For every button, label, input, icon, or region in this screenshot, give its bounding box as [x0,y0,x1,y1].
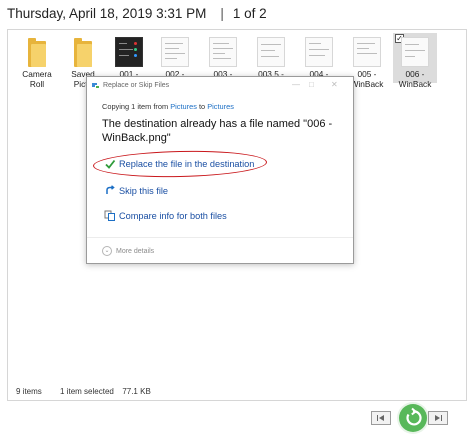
image-thumbnail-icon [305,37,333,67]
skip-back-icon [377,415,378,421]
folder-icon [74,38,92,67]
close-icon[interactable]: ✕ [331,80,338,89]
skip-option-label: Skip this file [119,186,169,196]
item-count: 9 items [16,387,42,396]
file-winback-002[interactable]: 002 - [154,33,196,79]
file-winback-003[interactable]: 003 - [202,33,244,79]
skip-file-option[interactable]: Skip this file [104,185,168,197]
header-separator: | [220,5,224,21]
image-thumbnail-icon [401,37,429,67]
skip-arrow-icon [104,185,116,197]
more-details-label: More details [116,247,155,255]
image-thumbnail-icon [353,37,381,67]
dialog-title: Replace or Skip Files [103,82,170,89]
previous-button[interactable] [371,411,391,425]
rotate-button[interactable] [399,404,427,432]
copy-progress-line: Copying 1 item from Pictures to Pictures [102,102,234,111]
copy-to-word: to [198,102,206,111]
replace-file-option[interactable]: Replace the file in the destination [104,158,254,170]
selection-count: 1 item selected [60,387,114,396]
image-thumbnail-icon [115,37,143,67]
screenshot-root: Thursday, April 18, 2019 3:31 PM | 1 of … [0,0,474,440]
replace-skip-dialog: Replace or Skip Files — □ ✕ Copying 1 it… [86,76,354,264]
rotate-icon [406,407,422,426]
chevron-down-icon: ⌄ [102,246,112,256]
image-thumbnail-icon [209,37,237,67]
compare-option-label: Compare info for both files [119,211,227,221]
folder-camera-roll[interactable]: Camera Roll [16,33,58,89]
file-label: 006 - WinBack [398,69,432,89]
source-folder-link[interactable]: Pictures [170,102,197,111]
copy-files-icon [92,83,100,89]
conflict-message: The destination already has a file named… [102,118,333,144]
more-details-toggle[interactable]: ⌄ More details [102,246,154,256]
image-thumbnail-icon [161,37,189,67]
skip-forward-icon [435,415,440,421]
viewer-header: Thursday, April 18, 2019 3:31 PM | 1 of … [7,2,267,24]
copy-prefix: Copying 1 item from [102,102,169,111]
dialog-divider [87,237,353,238]
file-winback-004[interactable]: 004 - [298,33,340,79]
minimize-icon[interactable]: — [292,80,300,89]
status-bar: 9 items 1 item selected 77.1 KB [16,387,151,396]
compare-icon [104,210,116,222]
image-thumbnail-icon [257,37,285,67]
maximize-icon[interactable]: □ [309,80,314,89]
file-winback-001[interactable]: 001 - [108,33,150,79]
check-icon [104,158,116,170]
selection-size: 77.1 KB [122,387,151,396]
file-winback-003-5[interactable]: 003.5 - [250,33,292,79]
next-button[interactable] [428,411,448,425]
folder-icon [28,38,46,67]
datetime-label: Thursday, April 18, 2019 3:31 PM [7,5,207,21]
compare-files-option[interactable]: Compare info for both files [104,210,227,222]
destination-folder-link[interactable]: Pictures [207,102,234,111]
page-indicator: 1 of 2 [232,5,267,21]
dialog-titlebar: Replace or Skip Files — □ ✕ [87,77,353,97]
replace-option-label: Replace the file in the destination [119,159,255,169]
file-label: Camera Roll [22,69,52,89]
file-winback-006-selected[interactable]: ✓ 006 - WinBack [393,33,437,89]
